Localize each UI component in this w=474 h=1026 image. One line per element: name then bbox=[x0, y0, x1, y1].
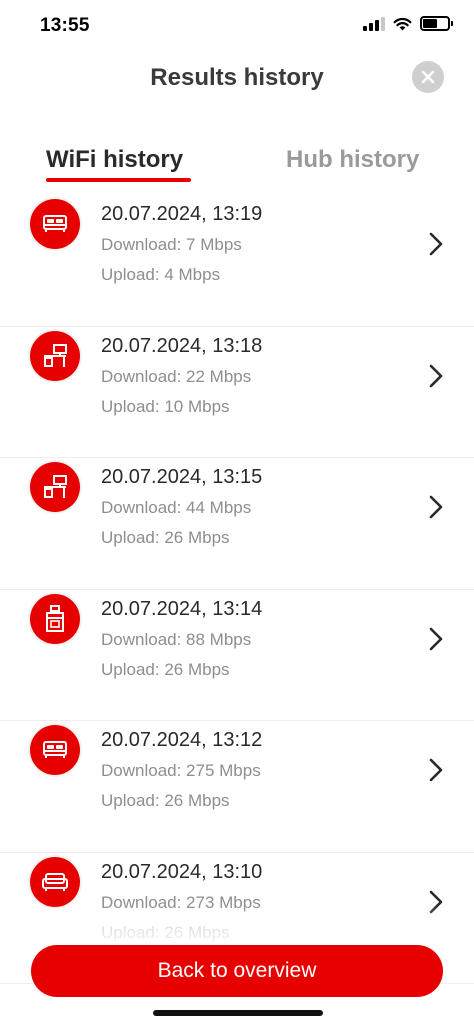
chevron-right-icon bbox=[429, 232, 443, 256]
back-to-overview-button[interactable]: Back to overview bbox=[31, 945, 443, 997]
result-download: Download: 7 Mbps bbox=[101, 235, 242, 254]
battery-level bbox=[423, 19, 438, 28]
result-date: 20.07.2024, 13:18 bbox=[101, 334, 263, 357]
desk-icon bbox=[30, 462, 80, 512]
tab-wifi-history[interactable]: WiFi history bbox=[46, 146, 183, 174]
result-date: 20.07.2024, 13:14 bbox=[101, 597, 263, 620]
cellular-signal-icon bbox=[363, 16, 385, 31]
tab-hub-history[interactable]: Hub history bbox=[286, 146, 419, 174]
sofa-icon bbox=[30, 856, 80, 907]
chevron-right-icon bbox=[429, 364, 443, 387]
result-download: Download: 22 Mbps bbox=[101, 366, 252, 386]
history-tabs: WiFi history Hub history bbox=[0, 140, 474, 190]
result-upload: Upload: 26 Mbps bbox=[101, 791, 230, 810]
chevron-right-icon bbox=[429, 758, 443, 782]
result-date: 20.07.2024, 13:12 bbox=[101, 729, 263, 751]
status-bar: 13:55 bbox=[0, 0, 474, 52]
result-date: 20.07.2024, 13:19 bbox=[101, 203, 263, 225]
result-download: Download: 275 Mbps bbox=[101, 761, 261, 780]
bed-icon bbox=[30, 199, 80, 249]
close-button[interactable] bbox=[412, 61, 444, 93]
result-upload: Upload: 4 Mbps bbox=[101, 265, 221, 284]
battery-icon bbox=[420, 16, 453, 31]
results-history-screen: 13:55 Results history WiFi history Hub h… bbox=[0, 0, 474, 1026]
result-upload: Upload: 10 Mbps bbox=[101, 396, 230, 416]
result-row[interactable]: 20.07.2024, 13:19 Download: 7 Mbps Upload:… bbox=[0, 195, 474, 327]
close-icon bbox=[421, 70, 435, 84]
result-download: Download: 44 Mbps bbox=[101, 498, 252, 517]
status-icons bbox=[363, 16, 453, 31]
results-list: 20.07.2024, 13:19 Download: 7 Mbps Upload:… bbox=[0, 195, 474, 984]
status-time: 13:55 bbox=[40, 15, 90, 36]
chevron-right-icon bbox=[429, 495, 443, 519]
chevron-right-icon bbox=[429, 627, 443, 650]
list-fade bbox=[0, 905, 474, 945]
result-download: Download: 88 Mbps bbox=[101, 629, 252, 649]
bed-icon bbox=[30, 725, 80, 775]
result-date: 20.07.2024, 13:10 bbox=[101, 860, 263, 883]
header: Results history bbox=[0, 52, 474, 112]
active-tab-indicator bbox=[46, 178, 191, 182]
result-upload: Upload: 26 Mbps bbox=[101, 659, 230, 679]
result-row[interactable]: 20.07.2024, 13:12 Download: 275 Mbps Uploa… bbox=[0, 721, 474, 853]
page-title: Results history bbox=[150, 64, 324, 91]
result-row[interactable]: 20.07.2024, 13:15 Download: 44 Mbps Upload… bbox=[0, 458, 474, 590]
result-upload: Upload: 26 Mbps bbox=[101, 528, 230, 547]
result-date: 20.07.2024, 13:15 bbox=[101, 466, 263, 488]
wifi-icon bbox=[393, 17, 412, 30]
desk-icon bbox=[30, 330, 80, 381]
result-row[interactable]: 20.07.2024, 13:18 Download: 22 Mbps Upload… bbox=[0, 327, 474, 458]
result-row[interactable]: 20.07.2024, 13:14 Download: 88 Mbps Upload… bbox=[0, 590, 474, 721]
oven-icon bbox=[30, 593, 80, 644]
home-indicator bbox=[153, 1010, 323, 1016]
